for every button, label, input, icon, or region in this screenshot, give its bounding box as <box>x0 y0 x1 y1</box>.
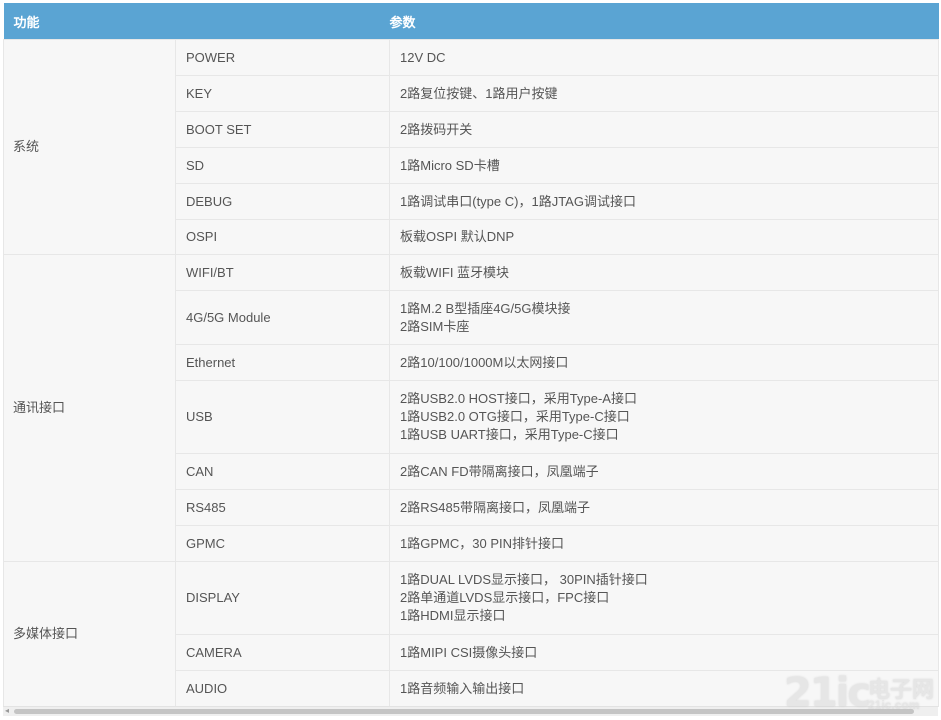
param-value-cell: 板载OSPI 默认DNP <box>389 219 940 255</box>
param-value-line: 2路SIM卡座 <box>400 318 470 334</box>
param-value-cell: 1路MIPI CSI摄像头接口 <box>389 634 940 671</box>
param-value-line: 2路USB2.0 HOST接口，采用Type-A接口 <box>400 391 637 406</box>
feature-name-cell: POWER <box>174 39 391 76</box>
param-value-line: 2路10/100/1000M以太网接口 <box>400 354 569 370</box>
param-value-cell: 1路M.2 B型插座4G/5G模块接 2路SIM卡座 <box>389 290 940 345</box>
feature-name-cell: DISPLAY <box>174 561 391 635</box>
param-value-line: 2路单通道LVDS显示接口，FPC接口 <box>400 590 610 605</box>
feature-name-cell: CAMERA <box>174 634 391 671</box>
param-value-cell: 1路DUAL LVDS显示接口， 30PIN插针接口 2路单通道LVDS显示接口，… <box>389 561 940 635</box>
category-cell: 通讯接口 <box>3 254 176 562</box>
table-header: 功能 参数 <box>3 3 939 40</box>
feature-name-cell: GPMC <box>174 525 391 562</box>
param-value-line: 1路HDMI显示接口 <box>400 608 506 623</box>
param-value-line: 1路USB2.0 OTG接口，采用Type-C接口 <box>400 409 630 424</box>
scrollbar-thumb[interactable] <box>14 709 914 714</box>
feature-name-cell: BOOT SET <box>174 111 391 148</box>
table-row: 多媒体接口 DISPLAY 1路DUAL LVDS显示接口， 30PIN插针接口 2路… <box>3 561 940 707</box>
watermark-number: 21ic <box>784 670 871 716</box>
feature-name-cell: AUDIO <box>174 670 391 707</box>
param-value-line: 1路Micro SD卡槽 <box>400 157 500 173</box>
param-value-cell: 2路USB2.0 HOST接口，采用Type-A接口 1路USB2.0 OTG接口… <box>389 380 940 454</box>
param-value-cell: 2路复位按键、1路用户按键 <box>389 75 940 112</box>
watermark-url: 21ic.com <box>868 698 920 712</box>
category-cell: 系统 <box>3 39 176 255</box>
param-value-line: 2路复位按键、1路用户按键 <box>400 85 558 101</box>
param-value-line: 2路拨码开关 <box>400 121 473 137</box>
feature-name-cell: CAN <box>174 453 391 490</box>
table-row: 通讯接口 WIFI/BT 板载WIFI 蓝牙模块 <box>3 254 940 562</box>
feature-name-cell: 4G/5G Module <box>174 290 391 345</box>
scroll-left-arrow-icon[interactable]: ◂ <box>5 706 9 716</box>
feature-name-cell: RS485 <box>174 489 391 526</box>
feature-name-cell: USB <box>174 380 391 454</box>
watermark-logo: 21ic 电子网 21ic.com <box>784 670 934 716</box>
feature-name-cell: Ethernet <box>174 344 391 381</box>
feature-name-cell: DEBUG <box>174 183 391 220</box>
param-value-line: 12V DC <box>400 49 446 65</box>
category-cell: 多媒体接口 <box>3 561 176 707</box>
feature-name-cell: SD <box>174 147 391 184</box>
param-value-line: 1路M.2 B型插座4G/5G模块接 <box>400 300 571 316</box>
param-value-cell: 板载WIFI 蓝牙模块 <box>389 254 940 291</box>
param-value-cell: 12V DC <box>389 39 940 76</box>
param-value-line: 板载OSPI 默认DNP <box>400 229 515 244</box>
param-value-line: 1路DUAL LVDS显示接口， 30PIN插针接口 <box>400 572 648 587</box>
param-value-cell: 1路Micro SD卡槽 <box>389 147 940 184</box>
param-value-line: 1路MIPI CSI摄像头接口 <box>400 644 538 660</box>
param-value-line: 板载WIFI 蓝牙模块 <box>400 264 510 280</box>
spec-table-page: 功能 参数 系统 POWER 12V DC KEY 2路复位按键、1路用户按键 BOOT … <box>0 0 941 720</box>
feature-name-cell: OSPI <box>174 219 391 255</box>
param-value-line: 2路RS485带隔离接口，凤凰端子 <box>400 499 590 515</box>
param-value-cell: 2路CAN FD带隔离接口，凤凰端子 <box>389 453 940 490</box>
param-value-cell: 2路10/100/1000M以太网接口 <box>389 344 940 381</box>
param-value-line: 1路调试串口(type C)，1路JTAG调试接口 <box>400 193 636 209</box>
header-params: 参数 <box>389 3 939 40</box>
param-value-cell: 1路GPMC，30 PIN排针接口 <box>389 525 940 562</box>
header-function: 功能 <box>3 3 390 40</box>
param-value-line: 1路USB UART接口，采用Type-C接口 <box>400 427 619 442</box>
feature-name-cell: KEY <box>174 75 391 112</box>
param-value-cell: 2路RS485带隔离接口，凤凰端子 <box>389 489 940 526</box>
table-body: 系统 POWER 12V DC KEY 2路复位按键、1路用户按键 BOOT SET 2路拨… <box>3 39 940 707</box>
table-row: 系统 POWER 12V DC <box>3 39 940 255</box>
param-value-cell: 2路拨码开关 <box>389 111 940 148</box>
spec-table: 功能 参数 系统 POWER 12V DC KEY 2路复位按键、1路用户按键 BOOT … <box>3 3 940 707</box>
feature-name-cell: WIFI/BT <box>174 254 391 291</box>
param-value-line: 1路GPMC，30 PIN排针接口 <box>400 535 564 551</box>
param-value-line: 2路CAN FD带隔离接口，凤凰端子 <box>400 463 599 479</box>
param-value-cell: 1路调试串口(type C)，1路JTAG调试接口 <box>389 183 940 220</box>
